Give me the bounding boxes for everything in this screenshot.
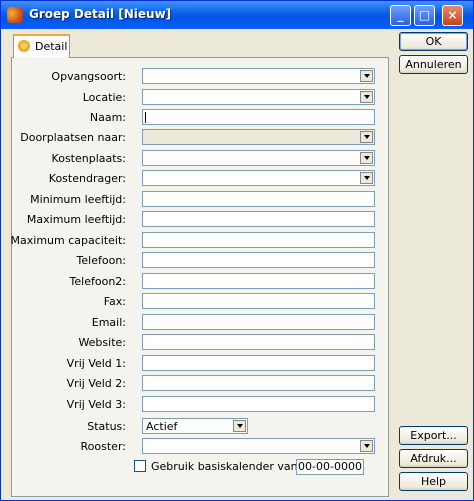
kostendrager-label: Kostendrager: — [48, 172, 126, 185]
basiskalender-checkbox[interactable] — [134, 460, 146, 472]
naam-input[interactable] — [142, 109, 375, 125]
chevron-down-icon[interactable] — [360, 152, 373, 164]
chevron-down-icon[interactable] — [360, 131, 373, 143]
status-label: Status: — [87, 420, 126, 433]
afdruk-button[interactable]: Afdruk... — [399, 449, 468, 468]
min-leeftijd-label: Minimum leeftijd: — [30, 193, 126, 206]
opvangsoort-label: Opvangsoort: — [51, 70, 126, 83]
doorplaatsen-label: Doorplaatsen naar: — [20, 131, 126, 144]
status-combo[interactable]: Actief — [142, 418, 248, 434]
chevron-down-icon[interactable] — [360, 91, 373, 103]
telefoon-label: Telefoon: — [76, 254, 126, 267]
minimize-button[interactable]: _ — [390, 5, 411, 26]
max-capaciteit-label: Maximum capaciteit: — [10, 234, 126, 247]
telefoon-input[interactable] — [142, 252, 375, 268]
website-input[interactable] — [142, 334, 375, 350]
detail-tab-icon — [18, 40, 30, 52]
export-button[interactable]: Export... — [399, 426, 468, 445]
telefoon2-label: Telefoon2: — [69, 275, 126, 288]
vrij-veld-2-label: Vrij Veld 2: — [66, 377, 126, 390]
vrij-veld-2-input[interactable] — [142, 375, 375, 391]
tab-detail-label: Detail — [35, 40, 68, 53]
dialog-window: Groep Detail [Nieuw] _ □ × Detail Opvang… — [0, 0, 474, 501]
fax-input[interactable] — [142, 293, 375, 309]
website-label: Website: — [78, 336, 126, 349]
status-value: Actief — [146, 420, 178, 433]
min-leeftijd-input[interactable] — [142, 191, 375, 207]
maximize-button[interactable]: □ — [414, 5, 435, 26]
max-capaciteit-input[interactable] — [142, 232, 375, 248]
vrij-veld-1-input[interactable] — [142, 355, 375, 371]
email-input[interactable] — [142, 314, 375, 330]
chevron-down-icon[interactable] — [360, 440, 373, 452]
text-caret — [145, 112, 146, 123]
vrij-veld-3-label: Vrij Veld 3: — [66, 398, 126, 411]
naam-label: Naam: — [89, 111, 126, 124]
help-button[interactable]: Help — [399, 472, 468, 491]
chevron-down-icon[interactable] — [360, 70, 373, 82]
doorplaatsen-combo[interactable] — [142, 129, 375, 145]
locatie-label: Locatie: — [82, 91, 126, 104]
window-title: Groep Detail [Nieuw] — [29, 7, 172, 21]
chevron-down-icon[interactable] — [360, 172, 373, 184]
fax-label: Fax: — [103, 295, 126, 308]
kostenplaats-combo[interactable] — [142, 150, 375, 166]
max-leeftijd-label: Maximum leeftijd: — [26, 213, 126, 226]
title-bar[interactable]: Groep Detail [Nieuw] _ □ × — [1, 1, 473, 29]
annuleren-button[interactable]: Annuleren — [399, 55, 468, 74]
tab-detail[interactable]: Detail — [13, 34, 70, 58]
max-leeftijd-input[interactable] — [142, 211, 375, 227]
detail-panel: Opvangsoort: Locatie: Naam: Doorplaatsen… — [11, 57, 389, 497]
close-button[interactable]: × — [442, 5, 463, 26]
rooster-label: Rooster: — [80, 440, 126, 453]
kostenplaats-label: Kostenplaats: — [51, 152, 126, 165]
basiskalender-date-input[interactable]: 00-00-0000 — [296, 459, 364, 475]
locatie-combo[interactable] — [142, 89, 375, 105]
telefoon2-input[interactable] — [142, 273, 375, 289]
email-label: Email: — [91, 316, 126, 329]
kostendrager-combo[interactable] — [142, 170, 375, 186]
opvangsoort-combo[interactable] — [142, 68, 375, 84]
chevron-down-icon[interactable] — [233, 420, 246, 432]
vrij-veld-1-label: Vrij Veld 1: — [66, 357, 126, 370]
ok-button[interactable]: OK — [399, 32, 468, 51]
rooster-combo[interactable] — [142, 438, 375, 454]
app-icon — [7, 7, 23, 23]
basiskalender-label: Gebruik basiskalender vanaf: — [151, 460, 312, 473]
vrij-veld-3-input[interactable] — [142, 396, 375, 412]
